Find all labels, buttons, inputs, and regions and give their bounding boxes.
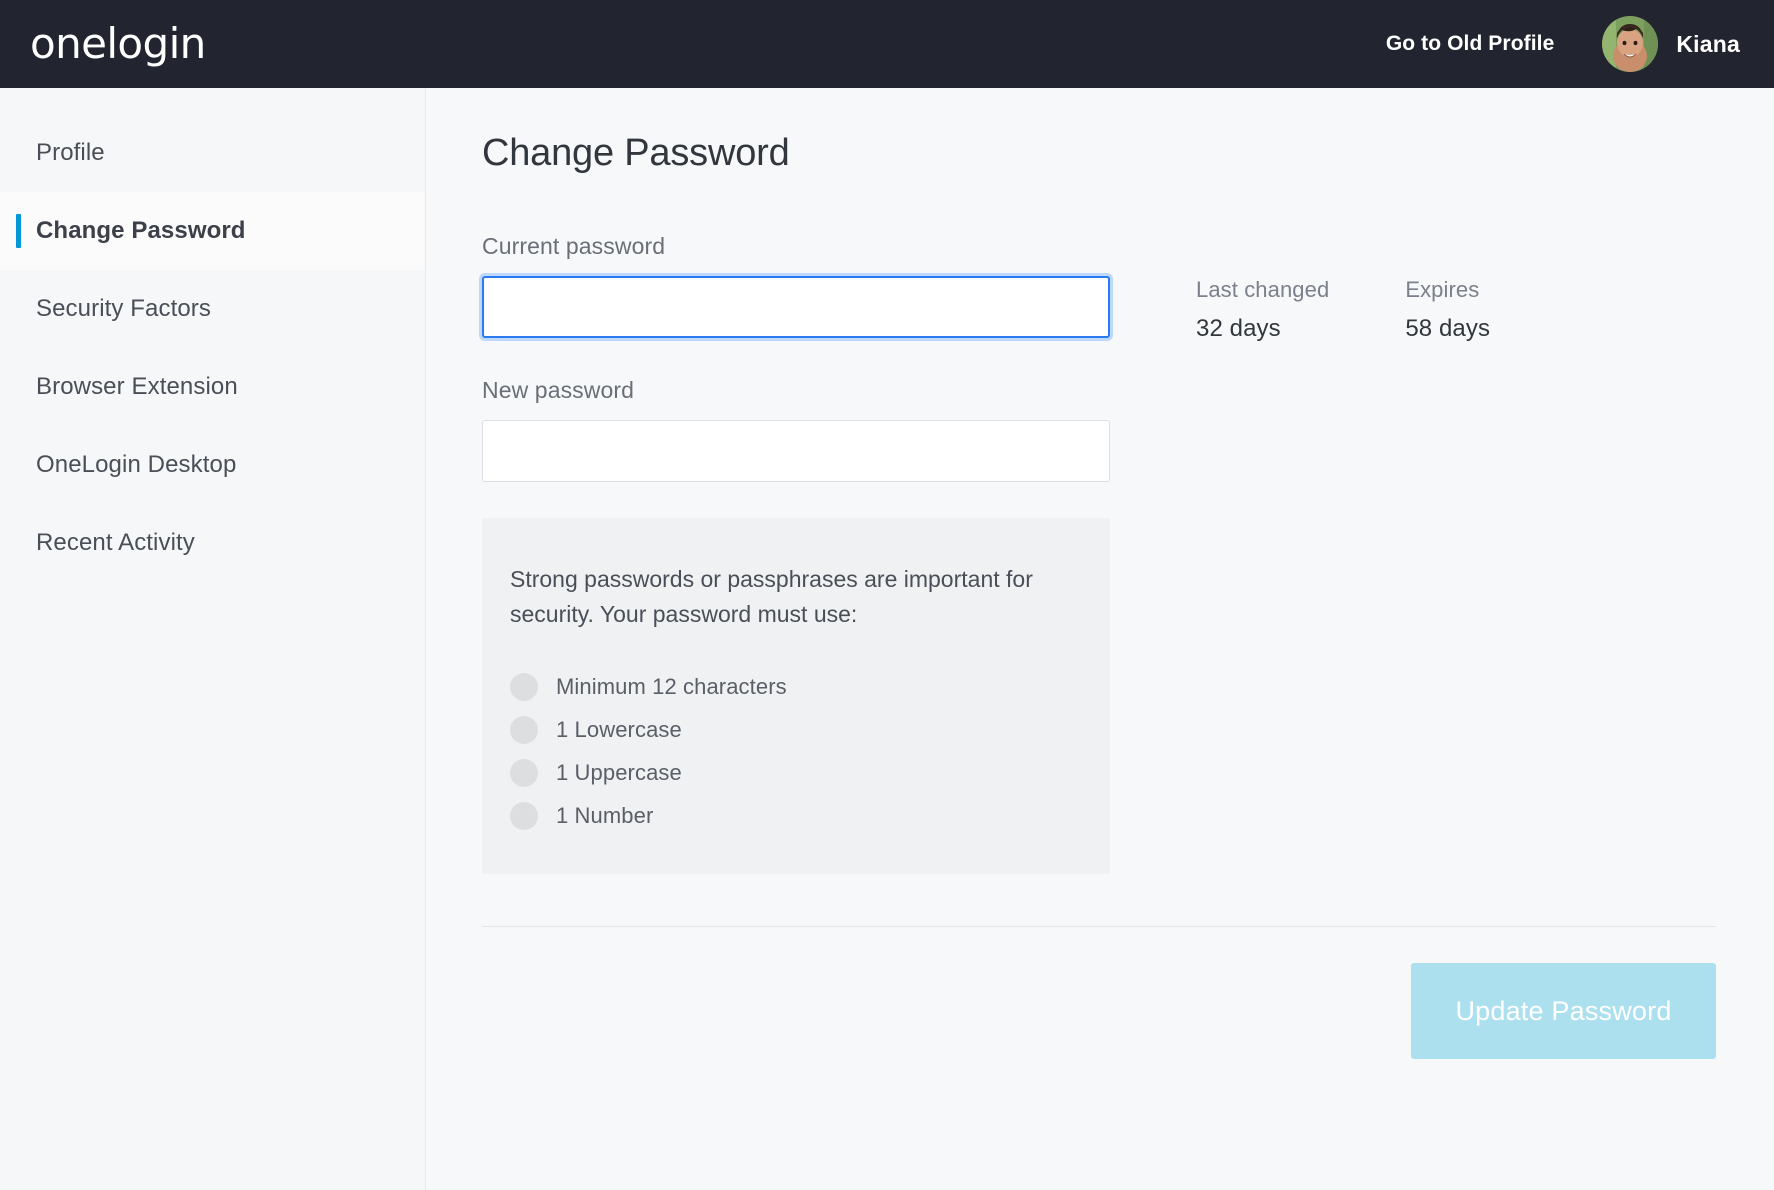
topbar-right-group: Go to Old Profile Kiana [1386, 16, 1740, 72]
sidebar-item-profile[interactable]: Profile [0, 114, 425, 192]
new-password-label: New password [482, 377, 635, 403]
go-to-old-profile-link[interactable]: Go to Old Profile [1386, 32, 1555, 56]
page-shell: Profile Change Password Security Factors… [0, 88, 1774, 1190]
meta-expires-value: 58 days [1405, 315, 1491, 342]
requirement-item: Minimum 12 characters [510, 673, 1110, 701]
requirement-label: 1 Uppercase [556, 760, 682, 785]
user-menu[interactable]: Kiana [1602, 16, 1740, 72]
requirement-label: Minimum 12 characters [556, 674, 787, 699]
sidebar-item-browser-extension[interactable]: Browser Extension [0, 348, 425, 426]
password-meta-panel: Last changed 32 days Expires 58 days [1196, 233, 1490, 343]
new-password-input[interactable] [482, 420, 1110, 482]
current-password-label: Current password [482, 233, 666, 259]
sidebar-item-label: OneLogin Desktop [36, 451, 237, 478]
sidebar-item-recent-activity[interactable]: Recent Activity [0, 504, 425, 582]
password-requirements-card: Strong passwords or passphrases are impo… [482, 518, 1110, 874]
password-requirements-list: Minimum 12 characters 1 Lowercase 1 Uppe… [510, 673, 1110, 830]
requirement-item: 1 Number [510, 802, 1110, 830]
meta-expires-label: Expires [1405, 277, 1480, 302]
user-name-label: Kiana [1676, 30, 1740, 57]
requirement-item: 1 Uppercase [510, 759, 1110, 787]
meta-last-changed-label: Last changed [1196, 277, 1330, 302]
requirement-label: 1 Number [556, 803, 654, 828]
update-password-button[interactable]: Update Password [1411, 963, 1716, 1059]
sidebar-item-change-password[interactable]: Change Password [0, 192, 425, 270]
requirement-status-dot-icon [510, 802, 538, 830]
current-password-input[interactable] [482, 276, 1110, 338]
requirement-status-dot-icon [510, 673, 538, 701]
sidebar-item-label: Browser Extension [36, 373, 238, 400]
sidebar-item-label: Change Password [36, 217, 246, 244]
sidebar-item-onelogin-desktop[interactable]: OneLogin Desktop [0, 426, 425, 504]
requirement-status-dot-icon [510, 716, 538, 744]
avatar-photo-icon [1602, 16, 1659, 72]
onelogin-logo[interactable]: onelogin [30, 23, 206, 65]
requirement-item: 1 Lowercase [510, 716, 1110, 744]
sidebar-navigation: Profile Change Password Security Factors… [0, 88, 426, 1190]
sidebar-item-security-factors[interactable]: Security Factors [0, 270, 425, 348]
current-password-row: Current password Last changed 32 days Ex… [482, 233, 1716, 343]
meta-last-changed: Last changed 32 days [1196, 277, 1329, 343]
sidebar-item-label: Security Factors [36, 295, 211, 322]
sidebar-item-label: Recent Activity [36, 529, 195, 556]
main-inner: Change Password Current password Last ch… [426, 132, 1774, 1059]
top-navigation-bar: onelogin Go to Old Profile Kiana [0, 0, 1774, 88]
meta-last-changed-value: 32 days [1196, 315, 1281, 342]
avatar[interactable] [1602, 16, 1659, 72]
new-password-input-wrap [482, 420, 1110, 482]
main-content: Change Password Current password Last ch… [426, 88, 1774, 1190]
page-title: Change Password [482, 132, 790, 174]
requirement-label: 1 Lowercase [556, 717, 682, 742]
current-password-field-group: Current password [482, 233, 1110, 338]
meta-expires: Expires 58 days [1405, 277, 1490, 343]
password-requirements-intro: Strong passwords or passphrases are impo… [510, 566, 1033, 627]
footer-actions: Update Password [482, 927, 1716, 1059]
new-password-field-group: New password [482, 377, 1716, 482]
requirement-status-dot-icon [510, 759, 538, 787]
sidebar-item-label: Profile [36, 139, 105, 166]
